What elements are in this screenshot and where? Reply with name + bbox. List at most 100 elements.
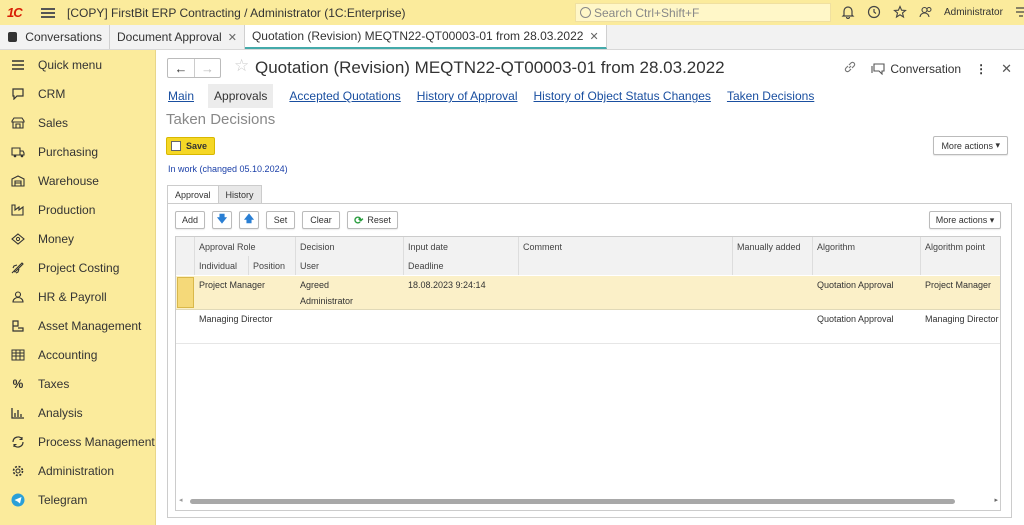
top-bar: 1С [COPY] FirstBit ERP Contracting / Adm… (0, 0, 1024, 25)
star-icon[interactable] (892, 4, 908, 20)
bell-icon[interactable] (840, 4, 856, 20)
header-manually-added[interactable]: Manually added (733, 237, 813, 256)
comment-icon (871, 62, 885, 75)
sidebar-item-label: Money (38, 232, 75, 246)
sidebar-item-telegram[interactable]: Telegram (0, 486, 156, 514)
table-header-row: Approval Role Decision Input date Commen… (176, 237, 1000, 256)
more-actions-button[interactable]: More actions ▾ (933, 136, 1008, 155)
sidebar-item-label: Project Costing (38, 261, 120, 275)
ledger-icon (10, 347, 26, 363)
save-button[interactable]: Save (166, 137, 215, 155)
forward-arrow-icon[interactable]: → (194, 59, 220, 77)
settings-menu-icon[interactable] (1013, 4, 1024, 20)
header-approval-role[interactable]: Approval Role (195, 237, 296, 256)
link-icon[interactable] (843, 60, 857, 77)
header-individual[interactable]: Individual (195, 256, 249, 275)
link-main[interactable]: Main (168, 84, 194, 108)
table-row[interactable]: Project Manager Agreed Administrator 18.… (176, 276, 1000, 310)
sidebar-item-analysis[interactable]: Analysis (0, 399, 156, 427)
sidebar-item-warehouse[interactable]: Warehouse (0, 167, 156, 195)
sidebar-item-hr-payroll[interactable]: HR & Payroll (0, 283, 156, 311)
sidebar-item-money[interactable]: Money (0, 225, 156, 253)
cell-algorithm: Quotation Approval (817, 279, 894, 290)
sidebar-item-label: Warehouse (38, 174, 99, 188)
conversation-label: Conversation (890, 61, 962, 76)
header-algorithm-point[interactable]: Algorithm point (921, 237, 1000, 256)
main-content: ← → ☆ Quotation (Revision) MEQTN22-QT000… (156, 50, 1024, 525)
sidebar-item-accounting[interactable]: Accounting (0, 341, 156, 369)
header-position[interactable]: Position (249, 256, 296, 275)
sidebar-item-label: Purchasing (38, 145, 99, 159)
approval-table[interactable]: Approval Role Decision Input date Commen… (175, 236, 1001, 511)
header-decision[interactable]: Decision (296, 237, 404, 256)
table-row[interactable]: Managing Director Quotation Approval Man… (176, 310, 1000, 344)
scrollbar-thumb[interactable] (190, 499, 955, 504)
history-icon[interactable] (866, 4, 882, 20)
header-deadline[interactable]: Deadline (404, 256, 519, 275)
horizontal-scrollbar[interactable]: ◂ ▸ (176, 496, 1000, 506)
scroll-left-icon[interactable]: ◂ (179, 496, 183, 504)
cell-algorithm: Quotation Approval (817, 313, 894, 324)
sidebar-item-production[interactable]: Production (0, 196, 156, 224)
search-icon (580, 7, 591, 18)
sidebar-item-taxes[interactable]: % Taxes (0, 370, 156, 398)
app-logo[interactable]: 1С (7, 5, 33, 20)
header-comment[interactable]: Comment (519, 237, 733, 256)
scroll-right-icon[interactable]: ▸ (994, 496, 998, 504)
more-actions-label: More actions (935, 215, 988, 225)
status-text[interactable]: In work (changed 05.10.2024) (168, 164, 288, 174)
link-history-status-changes[interactable]: History of Object Status Changes (534, 84, 711, 108)
factory-icon (10, 202, 26, 218)
sidebar-item-purchasing[interactable]: Purchasing (0, 138, 156, 166)
tab-conversations[interactable]: Conversations (0, 25, 110, 49)
approval-panel: Add 🡇 🡅 Set Clear ⟳ Reset More actions ▾… (167, 203, 1012, 518)
tab-quotation[interactable]: Quotation (Revision) MEQTN22-QT00003-01 … (244, 25, 607, 49)
sidebar-item-project-costing[interactable]: Project Costing (0, 254, 156, 282)
sidebar-item-label: Telegram (38, 493, 88, 507)
more-options-icon[interactable]: ⋮ (975, 62, 987, 76)
move-down-button[interactable]: 🡇 (212, 211, 232, 229)
search-input[interactable]: Search Ctrl+Shift+F (575, 3, 831, 22)
chat-icon (10, 86, 26, 102)
header-algorithm[interactable]: Algorithm (813, 237, 921, 256)
sidebar-item-asset-management[interactable]: Asset Management (0, 312, 156, 340)
refresh-icon: ⟳ (354, 214, 364, 227)
sidebar-item-process-management[interactable]: Process Management (0, 428, 156, 456)
header-cell (176, 256, 195, 275)
tab-document-approval[interactable]: Document Approval ✕ (110, 25, 245, 49)
link-taken-decisions[interactable]: Taken Decisions (727, 84, 814, 108)
telegram-icon (10, 492, 26, 508)
tab-label: Document Approval (117, 30, 222, 44)
users-icon[interactable] (918, 4, 934, 20)
header-user[interactable]: User (296, 256, 404, 275)
add-button[interactable]: Add (175, 211, 205, 229)
tab-approval[interactable]: Approval (167, 185, 219, 204)
sidebar-item-administration[interactable]: Administration (0, 457, 156, 485)
conversation-button[interactable]: Conversation (871, 62, 961, 76)
clear-button[interactable]: Clear (302, 211, 340, 229)
row-selector[interactable] (177, 277, 194, 308)
back-arrow-icon[interactable]: ← (168, 59, 194, 77)
header-input-date[interactable]: Input date (404, 237, 519, 256)
truck-icon (10, 144, 26, 160)
sidebar-item-label: Process Management (38, 435, 155, 449)
reset-button[interactable]: ⟳ Reset (347, 211, 398, 229)
user-name[interactable]: Administrator (944, 7, 1003, 18)
cycle-icon (10, 434, 26, 450)
sidebar-item-quick-menu[interactable]: Quick menu (0, 51, 156, 79)
close-icon[interactable]: ✕ (589, 30, 598, 43)
move-up-button[interactable]: 🡅 (239, 211, 259, 229)
link-approvals[interactable]: Approvals (208, 84, 274, 108)
close-icon[interactable]: ✕ (1001, 61, 1012, 77)
sidebar-item-sales[interactable]: Sales (0, 109, 156, 137)
favorite-star-icon[interactable]: ☆ (234, 56, 249, 76)
link-accepted-quotations[interactable]: Accepted Quotations (289, 84, 400, 108)
set-button[interactable]: Set (266, 211, 295, 229)
main-menu-icon[interactable] (41, 7, 55, 18)
tab-label: Quotation (Revision) MEQTN22-QT00003-01 … (251, 29, 584, 43)
tab-history[interactable]: History (217, 185, 262, 204)
grid-more-actions-button[interactable]: More actions ▾ (929, 211, 1001, 229)
close-icon[interactable]: ✕ (228, 31, 237, 44)
sidebar-item-crm[interactable]: CRM (0, 80, 156, 108)
link-history-of-approval[interactable]: History of Approval (417, 84, 518, 108)
